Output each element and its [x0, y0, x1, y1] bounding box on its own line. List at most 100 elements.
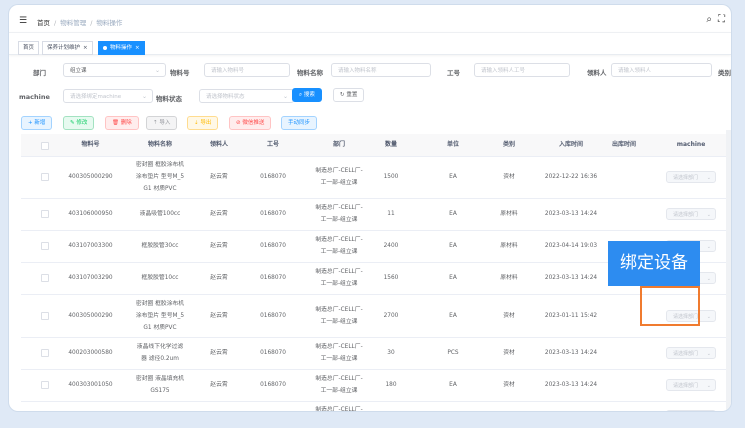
cell-dept: 制造总厂-CELL厂-工一部-组立课	[304, 401, 374, 411]
breadcrumb-material-mgmt[interactable]: 物料管理	[60, 19, 86, 27]
tag-home[interactable]: 首页	[18, 41, 40, 55]
row-checkbox[interactable]	[41, 210, 49, 218]
fullscreen-icon[interactable]: ⛶	[718, 14, 725, 25]
export-button[interactable]: ⇣ 导出	[187, 116, 219, 130]
wechat-push-button[interactable]: ⊘ 微信推送	[229, 116, 272, 130]
cell-qty: 1560	[383, 275, 399, 281]
cell-empno: 0168070	[260, 275, 286, 281]
cell-empno: 0168070	[260, 211, 286, 217]
select-all-checkbox[interactable]	[41, 142, 49, 150]
vertical-scrollbar[interactable]	[726, 130, 731, 410]
cell-picker: 赵云霄	[210, 243, 228, 249]
cell-name-line: 器 滤径0.2um	[141, 356, 179, 362]
table-row[interactable]: 400303001050 密封圈 液晶填充机 GS175 赵云霄 0168070 制造总厂…	[21, 369, 729, 402]
machine-select[interactable]: 请选择部门⌄	[666, 410, 716, 411]
manual-sync-button[interactable]: 手动同步	[281, 116, 318, 130]
row-checkbox[interactable]	[41, 381, 49, 389]
cell-in-time: 2023-01-17 10:34	[541, 401, 601, 411]
cell-empno: 0168070	[260, 174, 286, 180]
dept-label: 部门	[33, 69, 46, 77]
cell-name: 液晶吸管100cc	[126, 198, 194, 230]
table-row[interactable]: 400305000290 密封圈 框胶涂布机 涂布垫片 型号M_5 G1 材质PVC 赵…	[21, 156, 729, 199]
row-checkbox[interactable]	[41, 242, 49, 250]
cell-dept: 制造总厂-CELL厂-工一部-组立课	[304, 294, 374, 337]
col-empno: 工号	[266, 141, 279, 148]
top-navbar: ☰ 首页 / 物料管理 / 物料操作 ⌕ ⛶	[9, 5, 731, 33]
empno-input[interactable]: 请输入领料人工号	[474, 63, 570, 77]
cell-unit: PCS	[447, 350, 459, 356]
reset-button[interactable]: ↻ 重置	[333, 88, 365, 102]
dept-select[interactable]: 组立课 ⌄	[63, 63, 166, 77]
cell-empno: 0168070	[260, 312, 286, 319]
cell-picker: 赵云霄	[210, 211, 228, 217]
cell-dept-line: 工一部-组立课	[320, 388, 358, 394]
cell-unit: EA	[449, 382, 457, 388]
row-checkbox[interactable]	[41, 349, 49, 357]
cell-name-line: G1 材质PVC	[143, 186, 177, 192]
hamburger-icon[interactable]: ☰	[19, 16, 27, 26]
table-row[interactable]: 403106000950 液晶吸管100cc 赵云霄 0168070 制造总厂-CELL…	[21, 198, 729, 231]
col-picker: 领料人	[209, 141, 228, 148]
cell-name-line: 液晶吸管100cc	[139, 211, 181, 217]
col-code: 物料号	[81, 141, 100, 148]
table-row[interactable]: 400305000290 密封圈 框胶涂布机 涂布垫片 型号M_5 G1 材质PVC 赵…	[21, 294, 729, 338]
chevron-down-icon: ⌄	[154, 67, 160, 74]
machine-select[interactable]: 请选择绑定machine ⌄	[63, 89, 153, 103]
cell-dept: 制造总厂-CELL厂-工一部-组立课	[304, 337, 374, 369]
cell-name-line: 框胶胶管10cc	[141, 275, 179, 281]
cell-dept-line: 制造总厂-CELL厂-	[315, 376, 363, 382]
close-icon[interactable]: ×	[83, 45, 88, 51]
cell-code: 400303001050	[68, 382, 113, 388]
status-select[interactable]: 请选择物料状态 ⌄	[199, 89, 294, 103]
add-button[interactable]: + 新增	[21, 116, 53, 130]
table-row[interactable]: 400203000580 液晶线下化学过滤器 滤径0.2um 赵云霄 0168070 制…	[21, 337, 729, 370]
cell-empno: 0168070	[260, 243, 286, 249]
machine-select-placeholder: 请选择部门	[673, 212, 699, 218]
chevron-down-icon: ⌄	[141, 93, 147, 100]
cell-name-line: 涂布垫片 型号M_5	[135, 312, 185, 319]
tag-maintenance-plan[interactable]: 保养计划维护 ×	[42, 41, 93, 55]
search-button[interactable]: ⌕ 搜索	[292, 88, 322, 102]
table-row[interactable]: 403106000970 液晶吸管50cc 赵云霄 0168070 制造总厂-CELL厂…	[21, 401, 729, 411]
cell-empno: 0168070	[253, 401, 293, 411]
row-checkbox[interactable]	[41, 274, 49, 282]
close-icon[interactable]: ×	[135, 45, 140, 51]
cell-dept-line: 制造总厂-CELL厂-	[315, 168, 363, 174]
cell-name-line: 密封圈 液晶填充机	[135, 376, 185, 382]
machine-label: machine	[19, 93, 50, 101]
tag-material-operation[interactable]: 物料操作 ×	[98, 41, 145, 55]
delete-button[interactable]: 🗑 删除	[105, 116, 139, 130]
cell-dept-line: 工一部-组立课	[320, 180, 358, 186]
machine-select-highlight	[640, 286, 700, 326]
machine-select[interactable]: 请选择部门⌄	[666, 171, 716, 183]
picker-input[interactable]: 请输入领料人	[611, 63, 712, 77]
search-icon[interactable]: ⌕	[706, 14, 712, 25]
machine-select[interactable]: 请选择部门⌄	[666, 208, 716, 220]
machine-select[interactable]: 请选择部门⌄	[666, 379, 716, 391]
cell-empno: 0168070	[260, 382, 286, 388]
edit-button[interactable]: ✎ 修改	[63, 116, 95, 130]
cell-picker: 赵云霄	[210, 382, 228, 388]
col-category: 类别	[502, 141, 515, 148]
status-label: 物料状态	[156, 95, 182, 103]
row-checkbox[interactable]	[41, 173, 49, 181]
import-button[interactable]: ⇡ 导入	[146, 116, 178, 130]
cell-unit: EA	[449, 312, 457, 319]
code-input[interactable]: 请输入物料号	[204, 63, 290, 77]
cell-out-time	[599, 369, 649, 401]
col-machine: machine	[676, 141, 706, 148]
breadcrumb-current: 物料操作	[96, 19, 123, 27]
cell-name: 液晶吸管50cc	[126, 401, 194, 411]
col-unit: 单位	[446, 141, 459, 148]
machine-select-placeholder: 请选择部门	[673, 351, 699, 357]
machine-select[interactable]: 请选择部门⌄	[666, 347, 716, 359]
cell-category: 原材料	[489, 401, 529, 411]
row-checkbox[interactable]	[41, 311, 49, 320]
cell-name: 框胶胶管30cc	[126, 230, 194, 262]
cell-in-time: 2023-03-13 14:24	[544, 350, 598, 356]
cell-in-time: 2023-03-13 14:24	[544, 382, 598, 388]
cell-picker: 赵云霄	[210, 312, 228, 319]
name-input[interactable]: 请输入物料名称	[331, 63, 431, 77]
cell-category: 原材料	[500, 243, 518, 249]
breadcrumb-home[interactable]: 首页	[37, 19, 50, 27]
